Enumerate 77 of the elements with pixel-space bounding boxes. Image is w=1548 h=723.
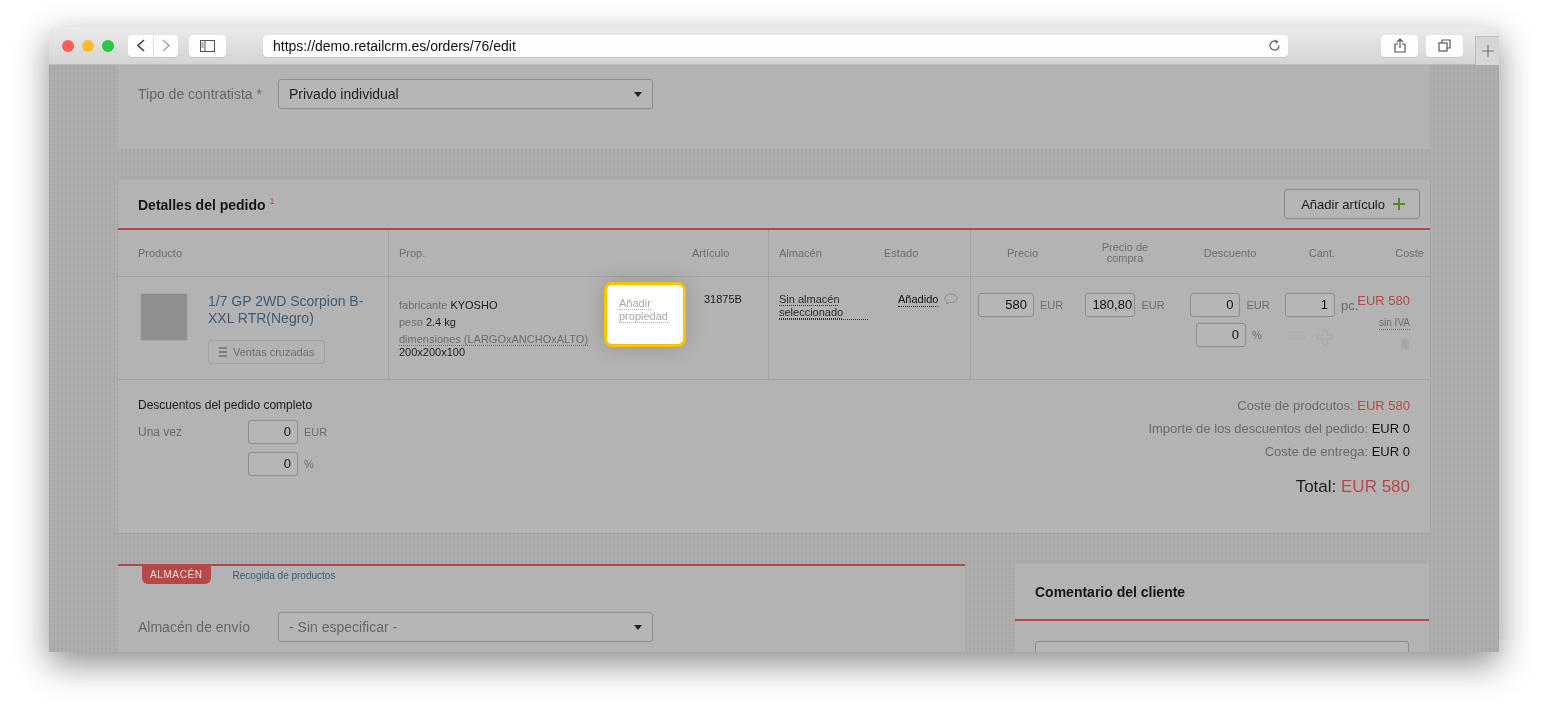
currency-label: EUR — [1246, 299, 1270, 311]
currency-label: EUR — [1141, 299, 1165, 311]
comment-icon — [944, 293, 959, 305]
plus-icon — [1481, 45, 1494, 57]
share-icon — [1393, 38, 1406, 53]
total-label: Importe de los descuentos del pedido: — [1148, 421, 1369, 436]
total-label: Coste de entrega: — [1264, 444, 1369, 459]
window-control-icon[interactable] — [62, 39, 74, 52]
address-bar[interactable]: https://demo.retailcrm.es/orders/76/edit — [263, 34, 1288, 57]
back-button[interactable] — [128, 34, 153, 57]
contractor-type-dropdown[interactable]: Privado individual — [278, 79, 653, 109]
url-text: https://demo.retailcrm.es/orders/76/edit — [273, 37, 516, 54]
tabs-icon — [1438, 39, 1451, 52]
window-control-icon[interactable] — [102, 39, 114, 52]
chevron-right-icon — [162, 39, 170, 52]
property-value: 2.4 kg — [425, 316, 456, 328]
column-header: Descuento — [1180, 230, 1280, 277]
chevron-left-icon — [136, 39, 145, 52]
property-value: 200x200x100 — [399, 346, 466, 358]
column-header: Cant. — [1280, 230, 1355, 277]
section-title: Comentario del cliente — [1035, 583, 1186, 600]
property-name: dimensiones (LARGOxANCHOxALTO) — [399, 333, 589, 346]
property-name: peso — [399, 316, 423, 328]
photo-placeholder — [140, 293, 188, 341]
sidebar-button[interactable] — [189, 34, 226, 57]
section-tab[interactable]: Recogida de productos — [232, 566, 336, 581]
add-item-button[interactable]: Añadir artículo — [1284, 189, 1420, 219]
required-mark: * — [256, 86, 262, 102]
plus-icon — [1393, 198, 1405, 210]
status-link[interactable]: Añadido — [898, 293, 939, 307]
quantity-field[interactable]: 1 — [1285, 293, 1335, 317]
line-cost: EUR 580 — [1357, 293, 1410, 308]
property-name: fabricante — [399, 299, 448, 311]
caret-icon — [634, 91, 642, 97]
currency-label: EUR — [1039, 299, 1064, 311]
window-control-icon[interactable] — [82, 39, 94, 52]
property-value: KYOSHO — [450, 299, 498, 311]
new-tab-button[interactable] — [1475, 36, 1499, 65]
list-icon — [219, 347, 227, 357]
warehouse-link[interactable]: Sin almacén seleccionado — [779, 293, 868, 320]
column-header: Producto — [118, 230, 388, 277]
sidebar-icon — [200, 39, 215, 52]
order-discount-percent-field[interactable]: 0 — [248, 452, 298, 476]
total-value: EUR 0 — [1371, 421, 1410, 436]
section-tab[interactable]: ALMACÉN — [142, 566, 211, 584]
total-value: EUR 0 — [1371, 444, 1410, 459]
purchase-price-field[interactable]: 180,80 — [1085, 293, 1136, 317]
tabs-button[interactable] — [1426, 34, 1463, 57]
column-header: Artículo — [686, 230, 768, 277]
count-mark: 1 — [269, 195, 275, 206]
currency-label: EUR — [304, 426, 328, 438]
column-header: Precio — [970, 230, 1070, 277]
field-label: Almacén de envío — [138, 619, 252, 635]
caret-icon — [634, 624, 642, 630]
discount-field[interactable]: 0 — [1190, 293, 1241, 317]
share-button[interactable] — [1381, 34, 1418, 57]
order-discount-field[interactable]: 0 — [248, 420, 298, 444]
field-label: Una vez — [138, 425, 184, 439]
column-header: Precio de compra — [1070, 230, 1180, 277]
total-value: EUR 580 — [1357, 398, 1410, 413]
section-subtitle: Descuentos del pedido completo — [138, 398, 314, 412]
total-value: EUR 580 — [1341, 477, 1410, 496]
total-label: Coste de prodcutos: — [1237, 398, 1354, 413]
unit-label: pc. — [1341, 297, 1359, 313]
column-header: Coste — [1355, 230, 1430, 277]
column-header: Prop. — [388, 230, 686, 277]
field-label: Tipo de contratista — [138, 86, 253, 102]
price-field[interactable]: 580 — [977, 293, 1034, 317]
currency-label: % — [1252, 329, 1262, 341]
column-header: Estado — [878, 230, 970, 277]
currency-label: % — [304, 458, 314, 470]
column-header: Almacén — [768, 230, 878, 277]
section-title: Detalles del pedido — [138, 196, 266, 213]
discount-percent-field[interactable]: 0 — [1196, 323, 1246, 347]
reload-icon — [1269, 39, 1281, 52]
total-label: Total: — [1295, 477, 1337, 496]
article-code: 31875B — [704, 293, 742, 305]
